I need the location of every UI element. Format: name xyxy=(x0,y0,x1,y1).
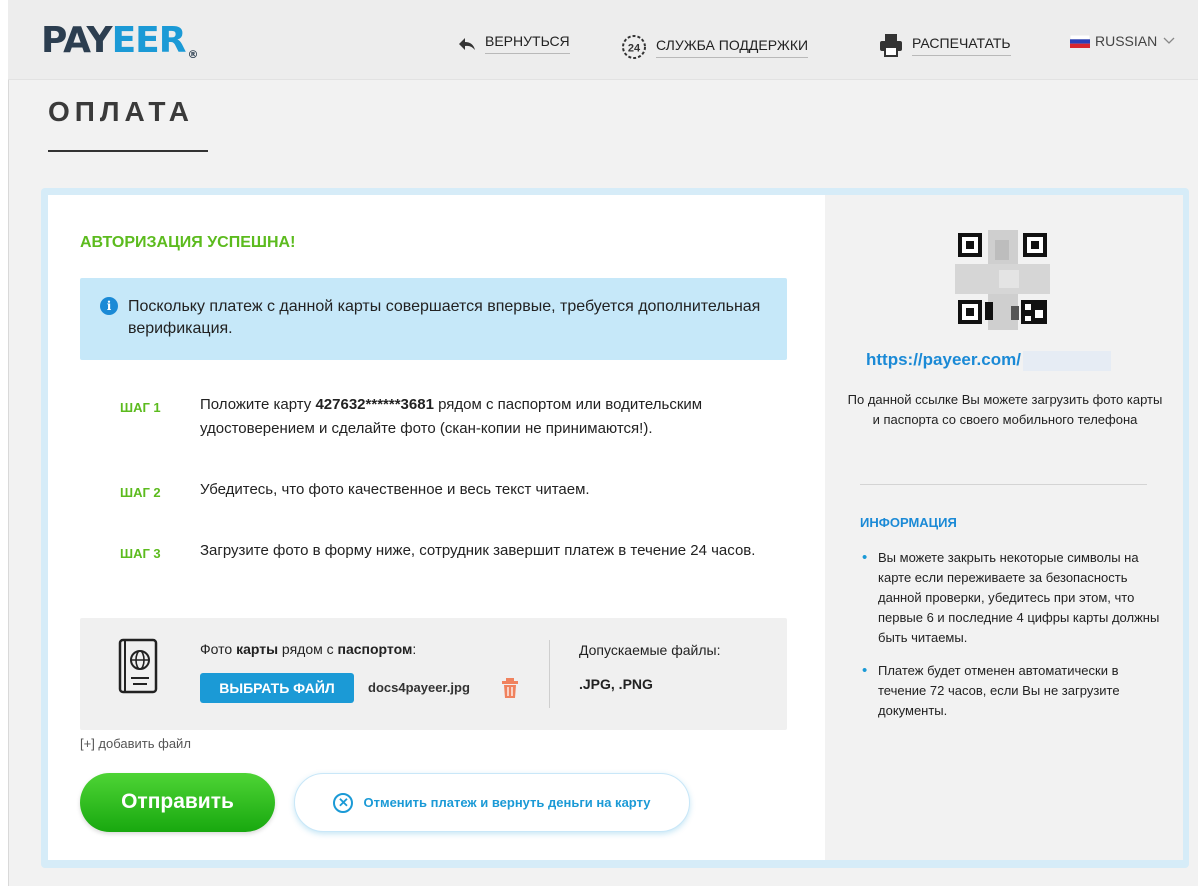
info-heading: ИНФОРМАЦИЯ xyxy=(860,515,957,530)
step-1-label: ШАГ 1 xyxy=(120,400,161,415)
side-divider xyxy=(860,484,1147,485)
info-item-2: Платеж будет отменен автоматически в теч… xyxy=(860,661,1160,721)
step-3-label: ШАГ 3 xyxy=(120,546,161,561)
cancel-payment-label: Отменить платеж и вернуть деньги на карт… xyxy=(363,795,651,810)
info-item-1: Вы можете закрыть некоторые символы на к… xyxy=(860,548,1160,648)
chevron-down-icon xyxy=(1163,37,1175,44)
caption-part: рядом с xyxy=(278,641,338,657)
qr-code-icon[interactable] xyxy=(955,230,1050,330)
logo-text-blue: EER xyxy=(111,20,187,61)
printer-icon xyxy=(880,34,902,57)
selected-file-name: docs4payeer.jpg xyxy=(368,680,470,695)
nav-print-label: РАСПЕЧАТАТЬ xyxy=(912,35,1011,56)
title-underline xyxy=(48,150,208,152)
info-list: Вы можете закрыть некоторые символы на к… xyxy=(860,548,1160,734)
step-1-text: Положите карту 427632******3681 рядом с … xyxy=(200,393,790,441)
trash-icon[interactable] xyxy=(500,677,520,699)
step-3-text: Загрузите фото в форму ниже, сотрудник з… xyxy=(200,542,756,559)
step-2-label: ШАГ 2 xyxy=(120,485,161,500)
notice-text: Поскольку платеж с данной карты совершае… xyxy=(128,298,761,337)
allowed-files-label: Допускаемые файлы: xyxy=(579,642,721,658)
caption-passport: паспортом xyxy=(337,641,413,657)
allowed-files-extensions: .JPG, .PNG xyxy=(579,676,653,692)
link-redacted xyxy=(1022,350,1111,371)
mobile-upload-description: По данной ссылке Вы можете загрузить фот… xyxy=(847,392,1163,427)
caption-part: : xyxy=(412,641,417,657)
step-1-text-before: Положите карту xyxy=(200,396,316,413)
step-2-text: Убедитесь, что фото качественное и весь … xyxy=(200,481,590,498)
support-24-icon: 24 xyxy=(622,35,646,59)
cancel-payment-button[interactable]: ✕ Отменить платеж и вернуть деньги на ка… xyxy=(294,773,690,832)
card-number: 427632******3681 xyxy=(315,396,434,413)
passport-icon xyxy=(118,638,158,694)
nav-print-link[interactable]: РАСПЕЧАТАТЬ xyxy=(878,33,1011,57)
language-label: RUSSIAN xyxy=(1095,33,1158,49)
auth-success-title: АВТОРИЗАЦИЯ УСПЕШНА! xyxy=(80,234,296,251)
page-title: ОПЛАТА xyxy=(48,96,194,127)
send-button[interactable]: Отправить xyxy=(80,773,275,832)
upload-divider xyxy=(549,640,550,708)
mobile-upload-link[interactable]: https://payeer.com/ xyxy=(866,350,1111,371)
close-circle-icon: ✕ xyxy=(333,792,354,813)
nav-back-link[interactable]: ВЕРНУТЬСЯ xyxy=(455,33,570,54)
mobile-upload-link-text: https://payeer.com/ xyxy=(866,350,1021,369)
payeer-logo[interactable]: PAYEER ® xyxy=(41,20,198,61)
info-icon: i xyxy=(100,297,118,315)
nav-support-label: СЛУЖБА ПОДДЕРЖКИ xyxy=(656,37,809,58)
caption-card: карты xyxy=(236,641,279,657)
upload-box: Фото карты рядом с паспортом: ВЫБРАТЬ ФА… xyxy=(80,618,787,730)
logo-text-dark: PAY xyxy=(41,20,113,61)
logo-registered-mark: ® xyxy=(187,48,198,61)
nav-back-label: ВЕРНУТЬСЯ xyxy=(485,33,570,54)
language-selector[interactable]: RUSSIAN xyxy=(1070,33,1183,49)
nav-support-link[interactable]: 24 СЛУЖБА ПОДДЕРЖКИ xyxy=(620,33,809,61)
choose-file-button[interactable]: ВЫБРАТЬ ФАЙЛ xyxy=(200,673,354,703)
top-header: PAYEER ® ВЕРНУТЬСЯ 24 СЛУЖБА ПОДДЕРЖКИ РА… xyxy=(8,0,1198,80)
add-file-link[interactable]: [+] добавить файл xyxy=(80,736,191,751)
russian-flag-icon xyxy=(1070,34,1090,48)
verification-notice: i Поскольку платеж с данной карты соверш… xyxy=(80,278,787,360)
back-arrow-icon xyxy=(459,37,475,50)
svg-text:24: 24 xyxy=(628,43,641,55)
upload-caption: Фото карты рядом с паспортом: xyxy=(200,641,416,657)
caption-part: Фото xyxy=(200,641,237,657)
